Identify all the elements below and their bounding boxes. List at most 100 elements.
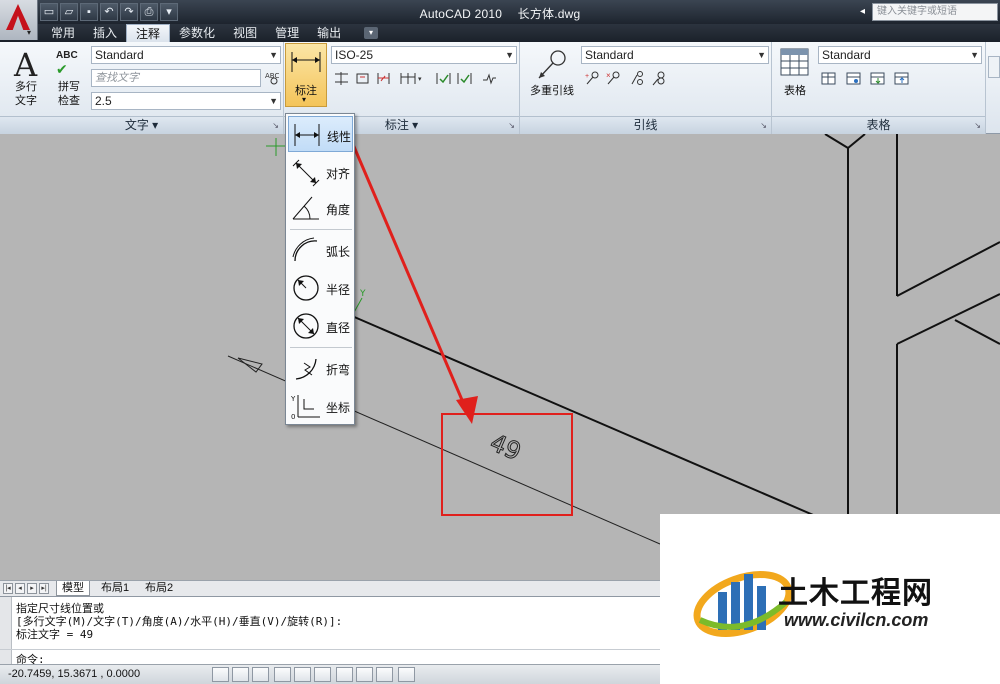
inspect-dimension-icon[interactable] [434,69,453,88]
text-style-select[interactable]: Standard ▼ [91,46,281,64]
arc-length-icon [292,237,318,262]
text-height-value: 2.5 [95,94,112,108]
prev-layout-icon[interactable]: ◂ [15,583,25,594]
menu-item-label: 直径 [326,321,351,335]
menu-item-linear[interactable]: 线性 [288,116,353,152]
text-panel-title[interactable]: 文字 ▾ ↘ [0,116,283,134]
lineweight-icon[interactable] [376,667,393,682]
tab-view[interactable]: 视图 [224,24,266,42]
menu-item-jogged[interactable]: 折弯 [288,350,353,386]
first-layout-icon[interactable]: |◂ [3,583,13,594]
menu-separator [290,347,352,348]
tab-home[interactable]: 常用 [42,24,84,42]
next-layout-icon[interactable]: ▸ [27,583,37,594]
find-replace-icon[interactable]: ABC [263,69,282,88]
cursor-coordinates[interactable]: -20.7459, 15.3671 , 0.0000 [8,668,140,680]
leader-panel-title[interactable]: 引线 ↘ [520,116,771,134]
spell-check-icon[interactable]: ABC ✔ [56,50,78,78]
layout-tab-model[interactable]: 模型 [56,581,90,596]
tab-manage[interactable]: 管理 [266,24,308,42]
panel-launcher-icon[interactable]: ↘ [760,117,767,134]
ribbon: A 多行 文字 ABC ✔ 拼写 检查 Standard ▼ 查找文字 ABC 2.… [0,42,1000,134]
multileader-style-select[interactable]: Standard ▼ [581,46,769,64]
command-scrollbar[interactable] [0,597,12,665]
table-style-select[interactable]: Standard ▼ [818,46,982,64]
ortho-mode-icon[interactable] [252,667,269,682]
panel-launcher-icon[interactable]: ↘ [974,117,981,134]
object-snap-tracking-icon[interactable] [314,667,331,682]
spell-check-button-label[interactable]: 拼写 检查 [54,80,84,108]
table-panel-title[interactable]: 表格 ↘ [772,116,985,134]
text-height-select[interactable]: 2.5 ▼ [91,92,281,110]
multileader-style-value: Standard [585,48,634,62]
multileader-icon[interactable] [534,48,570,82]
dimension-big-button[interactable]: 标注 ▾ [285,43,327,107]
dimension-break-icon[interactable] [374,69,393,88]
jogged-linear-icon[interactable] [480,69,499,88]
quick-dimension-icon[interactable] [332,69,351,88]
highlight-rectangle [441,413,573,516]
upload-data-icon[interactable] [892,69,911,88]
tab-parametric[interactable]: 参数化 [170,24,224,42]
search-expand-icon[interactable]: ◂ [860,3,872,21]
text-style-value: Standard [95,48,144,62]
ribbon-overflow-icon[interactable] [988,56,1000,78]
menu-item-ordinate[interactable]: Y0 坐标 [288,388,353,424]
ribbon-minimize-icon[interactable]: ▾ [364,27,378,39]
collect-leaders-icon[interactable] [649,69,668,88]
menu-item-diameter[interactable]: 直径 [288,308,353,344]
multileader-button-label[interactable]: 多重引线 [524,82,580,98]
svg-text:▾: ▾ [418,76,422,83]
chevron-down-icon: ▼ [269,96,278,106]
chevron-down-icon: ▼ [505,50,514,60]
svg-text:×: × [606,71,611,80]
mtext-icon[interactable]: A [14,46,37,84]
panel-launcher-icon[interactable]: ↘ [272,117,279,134]
menu-item-radius[interactable]: 半径 [288,270,353,306]
menu-item-angular[interactable]: 角度 [288,190,353,226]
tab-output[interactable]: 输出 [308,24,350,42]
svg-text:0: 0 [291,413,295,421]
annotation-arrow [350,141,470,415]
dimension-style-select[interactable]: ISO-25 ▼ [331,46,517,64]
annotation-arrowhead [456,396,478,424]
download-data-icon[interactable] [868,69,887,88]
update-dimension-icon[interactable] [455,69,474,88]
layout-tab-layout2[interactable]: 布局2 [140,581,178,596]
ucs-y-label: Y [359,289,366,299]
panel-launcher-icon[interactable]: ↘ [508,117,515,134]
tab-insert[interactable]: 插入 [84,24,126,42]
dynamic-ucs-icon[interactable] [336,667,353,682]
continue-dimension-icon[interactable]: ▾ [398,69,426,88]
menu-item-label: 弧长 [326,245,351,259]
command-window[interactable]: 指定尺寸线位置或 [多行文字(M)/文字(T)/角度(A)/水平(H)/垂直(V… [0,596,660,666]
align-leaders-icon[interactable] [628,69,647,88]
link-data-icon[interactable] [844,69,863,88]
angular-dim-icon [292,196,319,220]
table-button-label[interactable]: 表格 [776,82,814,98]
find-text-input[interactable]: 查找文字 [91,69,261,87]
polar-tracking-icon[interactable] [274,667,291,682]
remove-leader-icon[interactable]: × [604,69,623,88]
grid-display-icon[interactable] [232,667,249,682]
table-icon[interactable] [780,48,810,78]
leader-panel: 多重引线 Standard ▼ + × 引线 ↘ [520,42,772,134]
search-input[interactable]: 键入关键字或短语 [872,3,998,21]
layout-tab-layout1[interactable]: 布局1 [96,581,134,596]
menu-item-aligned[interactable]: 对齐 [288,154,353,190]
leader-panel-title-label: 引线 [633,118,658,132]
menu-item-arc-length[interactable]: 弧长 [288,232,353,268]
snap-mode-icon[interactable] [212,667,229,682]
dynamic-input-icon[interactable] [356,667,373,682]
add-leader-icon[interactable]: + [583,69,602,88]
extract-data-icon[interactable] [819,69,838,88]
application-menu-button[interactable]: ▾ [0,0,38,40]
tab-annotate[interactable]: 注释 [126,24,171,42]
object-snap-icon[interactable] [294,667,311,682]
title-bar: ▭ ▱ ▪ ↶ ↷ ⎙ ▾ AutoCAD 2010 长方体.dwg ◂ 键入关… [0,0,1000,24]
dimension-space-icon[interactable] [353,69,372,88]
last-layout-icon[interactable]: ▸| [39,583,49,594]
mtext-button-label[interactable]: 多行 文字 [8,80,44,108]
quick-properties-icon[interactable] [398,667,415,682]
layout-tab-bar: |◂ ◂ ▸ ▸| 模型 布局1 布局2 [0,580,660,596]
